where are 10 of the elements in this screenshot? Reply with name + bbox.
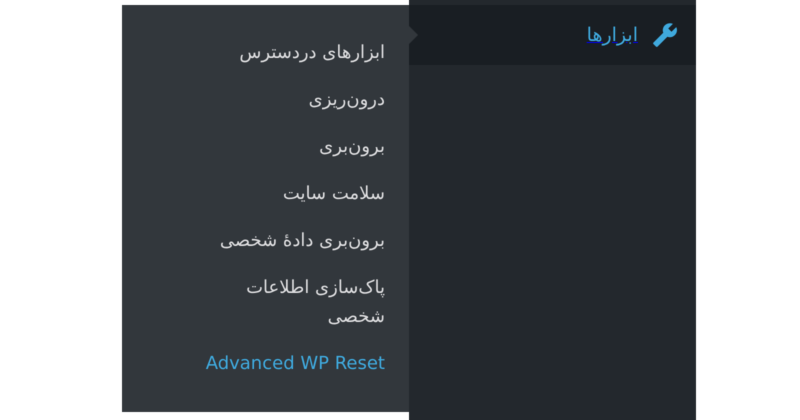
- submenu-item[interactable]: پاک‌سازی اطلاعات شخصی: [185, 266, 385, 338]
- menu-label: ابزارها: [586, 24, 638, 46]
- wrench-icon: [652, 22, 678, 48]
- menu-item[interactable]: ابزارها: [409, 5, 696, 65]
- submenu-item[interactable]: ابزارهای دردسترس: [185, 31, 385, 74]
- submenu-item[interactable]: برون‌بری دادهٔ شخصی: [185, 219, 385, 262]
- submenu-item[interactable]: Advanced WP Reset: [185, 342, 385, 385]
- submenu-item[interactable]: درون‌ریزی: [185, 78, 385, 121]
- submenu-item[interactable]: سلامت سایت: [185, 172, 385, 215]
- submenu-item[interactable]: برون‌بری: [185, 125, 385, 168]
